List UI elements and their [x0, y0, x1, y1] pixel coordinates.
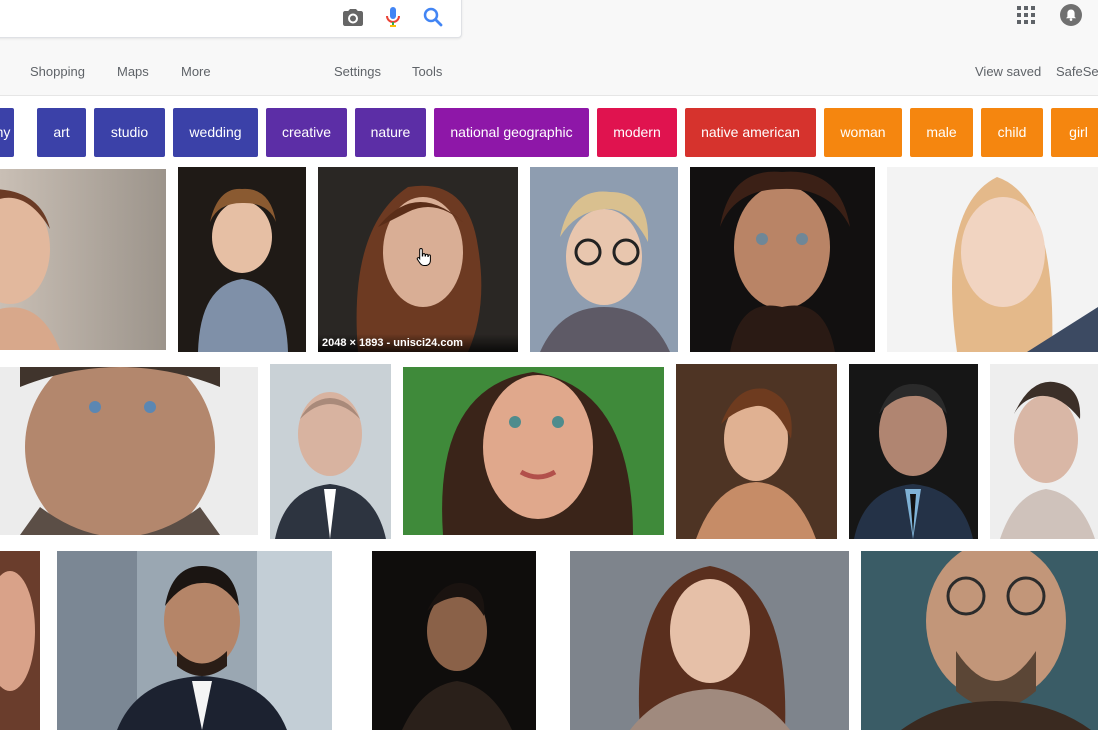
chip-photography[interactable]: hy — [0, 108, 14, 157]
chip-studio[interactable]: studio — [94, 108, 165, 157]
image-result[interactable]: 2048 × 1893 - unisci24.com — [318, 167, 518, 352]
image-result[interactable] — [403, 367, 664, 535]
chip-male[interactable]: male — [910, 108, 973, 157]
chip-label: creative — [281, 124, 332, 140]
chip-label: woman — [840, 124, 886, 140]
image-result[interactable] — [270, 364, 391, 539]
apps-grid-icon[interactable] — [1016, 5, 1036, 25]
image-result[interactable] — [0, 169, 166, 350]
search-icon[interactable] — [421, 5, 445, 29]
tab-maps[interactable]: Maps — [117, 64, 149, 79]
image-result[interactable] — [861, 551, 1098, 730]
chip-label: modern — [613, 124, 661, 140]
top-bar: Shopping Maps More Settings Tools View s… — [0, 0, 1098, 96]
tools-button[interactable]: Tools — [412, 64, 442, 79]
microphone-icon[interactable] — [381, 5, 405, 29]
chip-label: studio — [110, 124, 149, 140]
image-result[interactable] — [887, 167, 1098, 352]
image-result[interactable] — [0, 367, 258, 535]
chip-art[interactable]: art — [37, 108, 86, 157]
chip-child[interactable]: child — [981, 108, 1043, 157]
account-bell-icon[interactable] — [1060, 4, 1082, 26]
chip-label: art — [53, 124, 70, 140]
chip-label: male — [926, 124, 957, 140]
image-result[interactable] — [676, 364, 837, 539]
chip-girl[interactable]: girl — [1051, 108, 1098, 157]
chip-label: child — [997, 124, 1027, 140]
chip-wedding[interactable]: wedding — [173, 108, 258, 157]
chip-label: hy — [0, 124, 11, 140]
chip-creative[interactable]: creative — [266, 108, 347, 157]
search-input[interactable] — [11, 5, 315, 33]
image-result[interactable] — [178, 167, 306, 352]
chip-nature[interactable]: nature — [355, 108, 426, 157]
image-result[interactable] — [372, 551, 536, 730]
camera-icon[interactable] — [341, 5, 365, 29]
image-result[interactable] — [0, 551, 40, 730]
tab-shopping[interactable]: Shopping — [30, 64, 85, 79]
image-result[interactable] — [570, 551, 849, 730]
search-box[interactable] — [0, 0, 462, 38]
chip-woman[interactable]: woman — [824, 108, 902, 157]
chip-label: girl — [1069, 124, 1088, 140]
image-result[interactable] — [57, 551, 332, 730]
safesearch-link[interactable]: SafeSe — [1056, 64, 1098, 79]
chip-label: native american — [701, 124, 800, 140]
chip-native-american[interactable]: native american — [685, 108, 816, 157]
image-hover-caption: 2048 × 1893 - unisci24.com — [318, 334, 518, 352]
view-saved-link[interactable]: View saved — [975, 64, 1041, 79]
chip-label: national geographic — [450, 124, 573, 140]
chip-modern[interactable]: modern — [597, 108, 677, 157]
image-result[interactable] — [530, 167, 678, 352]
image-result[interactable] — [690, 167, 875, 352]
settings-button[interactable]: Settings — [334, 64, 381, 79]
chip-label: wedding — [189, 124, 242, 140]
chip-national-geographic[interactable]: national geographic — [434, 108, 589, 157]
image-result[interactable] — [849, 364, 978, 539]
chip-label: nature — [370, 124, 411, 140]
related-chips-row: hy art studio wedding creative nature na… — [0, 108, 1098, 157]
tab-more[interactable]: More — [181, 64, 211, 79]
image-result[interactable] — [990, 364, 1098, 539]
